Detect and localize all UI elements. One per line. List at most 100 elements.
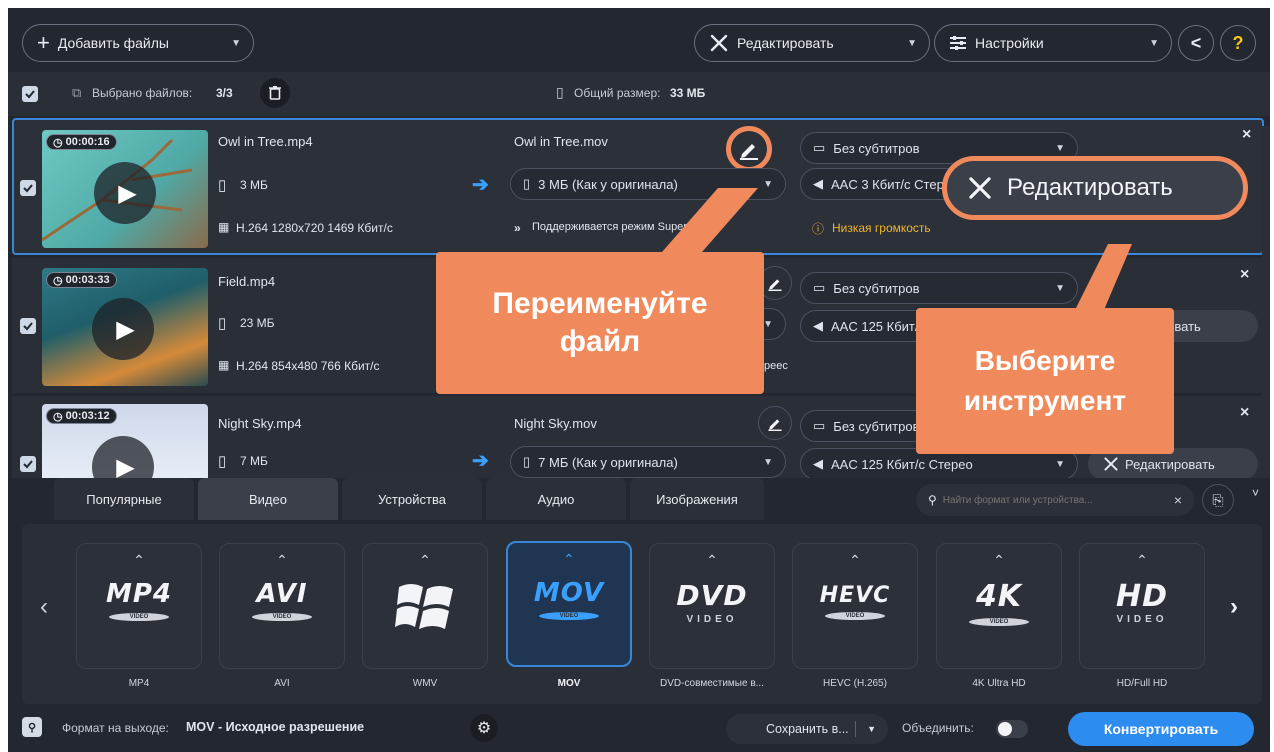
speaker-icon: ◀ xyxy=(813,456,823,471)
arrow-right-icon: ➔ xyxy=(472,450,489,472)
pencil-icon xyxy=(768,279,782,291)
pencil-icon xyxy=(740,144,758,160)
file-checkbox[interactable] xyxy=(20,318,36,334)
save-to-dropdown[interactable]: Сохранить в... ▼ xyxy=(726,714,888,744)
format-label: MP4 xyxy=(128,678,150,689)
check-icon xyxy=(23,322,33,331)
subtitles-dropdown[interactable]: ▭ Без субтитров xyxy=(800,410,930,442)
chevron-up-icon: ⌃ xyxy=(563,551,575,567)
edit-dropdown[interactable]: Редактировать ▼ xyxy=(694,24,930,62)
source-file-name: Field.mp4 xyxy=(218,274,276,289)
video-badge: VIDEO xyxy=(969,618,1029,626)
rename-button[interactable] xyxy=(726,126,772,172)
format-tile-hd[interactable]: ⌃ HD VIDEO xyxy=(1079,543,1205,669)
edit-zoom-button[interactable]: Редактировать xyxy=(942,156,1248,220)
file-icon: ▯ xyxy=(218,315,227,332)
tab-images[interactable]: Изображения xyxy=(630,478,764,520)
bottom-bar: ⚲ Формат на выходе: MOV - Исходное разре… xyxy=(8,706,1270,752)
clock-icon: ◷ xyxy=(53,274,63,287)
delete-button[interactable] xyxy=(260,78,290,108)
subtitles-dropdown[interactable]: ▭ Без субтитров ▼ xyxy=(800,272,1078,304)
chevron-down-icon: ▼ xyxy=(1055,142,1065,154)
format-tile-4k[interactable]: ⌃ 4K VIDEO xyxy=(936,543,1062,669)
chevron-down-icon: ▼ xyxy=(763,318,773,330)
remove-file-icon[interactable]: × xyxy=(1240,266,1249,284)
superspeed-info: peec xyxy=(764,360,788,372)
format-label: 4K Ultra HD xyxy=(972,678,1026,689)
settings-dropdown[interactable]: Настройки ▼ xyxy=(934,24,1172,62)
subtitles-icon: ▭ xyxy=(813,280,826,295)
check-icon xyxy=(25,90,35,99)
merge-label: Объединить: xyxy=(902,721,974,735)
output-size-dropdown[interactable]: ▯ 7 МБ (Как у оригинала) ▼ xyxy=(510,446,786,478)
document-search-icon: ⎘ xyxy=(1212,491,1224,508)
format-search-input[interactable] xyxy=(942,494,1143,506)
video-thumbnail[interactable]: ◷ 00:03:33 ▶ xyxy=(42,268,208,386)
scroll-right-icon[interactable]: › xyxy=(1230,593,1238,621)
output-format-button[interactable]: ⚲ xyxy=(22,717,42,737)
share-icon: < xyxy=(1190,32,1202,53)
format-info-button[interactable]: ⎘ xyxy=(1202,484,1234,516)
video-thumbnail[interactable]: ◷ 00:00:16 ▶ xyxy=(42,130,208,248)
play-button[interactable]: ▶ xyxy=(92,436,154,478)
selection-bar: ⧉ Выбрано файлов: 3/3 ▯ Общий размер: 33… xyxy=(8,72,1270,116)
add-files-button[interactable]: + Добавить файлы ▼ xyxy=(22,24,254,62)
video-badge: VIDEO xyxy=(825,612,885,620)
chevron-up-icon: ⌃ xyxy=(993,552,1005,568)
file-list-scrollbar[interactable] xyxy=(1262,126,1270,486)
help-button[interactable]: ? xyxy=(1220,25,1256,61)
remove-file-icon[interactable]: × xyxy=(1240,404,1249,422)
source-file-size: 7 МБ xyxy=(240,454,268,468)
format-search[interactable]: ⚲ × xyxy=(916,484,1194,516)
tab-video[interactable]: Видео xyxy=(198,478,338,520)
format-tile-hevc[interactable]: ⌃ HEVC VIDEO xyxy=(792,543,918,669)
tab-audio[interactable]: Аудио xyxy=(486,478,626,520)
divider xyxy=(855,721,856,737)
format-tile-wmv[interactable]: ⌃ xyxy=(362,543,488,669)
convert-button[interactable]: Конвертировать xyxy=(1068,712,1254,746)
rename-button[interactable] xyxy=(758,406,792,440)
video-badge: VIDEO xyxy=(252,613,312,621)
codec-icon: ▦ xyxy=(218,220,230,234)
format-tabs: Популярные Видео Устройства Аудио Изобра… xyxy=(54,478,764,520)
format-tile-dvd[interactable]: ⌃ DVD VIDEO xyxy=(649,543,775,669)
format-label: HEVC (H.265) xyxy=(823,678,887,689)
output-settings-button[interactable]: ⚙ xyxy=(470,714,498,742)
play-icon: ▶ xyxy=(116,315,135,343)
play-button[interactable]: ▶ xyxy=(94,162,156,224)
file-icon: ▯ xyxy=(523,176,531,191)
clear-search-icon[interactable]: × xyxy=(1174,492,1182,508)
video-text: VIDEO xyxy=(686,614,738,625)
collapse-panel-icon[interactable]: ˅ xyxy=(1252,486,1259,500)
file-icon: ▯ xyxy=(556,84,564,100)
format-tile-avi[interactable]: ⌃ AVI VIDEO xyxy=(219,543,345,669)
output-file-name[interactable]: Night Sky.mov xyxy=(514,416,597,431)
source-file-name: Owl in Tree.mp4 xyxy=(218,134,313,149)
select-all-checkbox[interactable] xyxy=(22,86,38,102)
merge-toggle[interactable] xyxy=(996,720,1028,738)
scroll-left-icon[interactable]: ‹ xyxy=(40,593,48,621)
format-tile-mp4[interactable]: ⌃ MP4 VIDEO xyxy=(76,543,202,669)
source-file-info: H.264 854x480 766 Кбит/с xyxy=(236,359,380,373)
source-file-size: 3 МБ xyxy=(240,178,268,192)
codec-icon: ▦ xyxy=(218,358,230,372)
chevron-down-icon: ▼ xyxy=(867,724,876,734)
chevron-down-icon: ▼ xyxy=(1149,37,1159,49)
file-checkbox[interactable] xyxy=(20,180,36,196)
format-tile-mov[interactable]: ⌃ MOV VIDEO xyxy=(506,541,632,667)
source-file-info: H.264 1280x720 1469 Кбит/с xyxy=(236,221,393,235)
tab-popular[interactable]: Популярные xyxy=(54,478,194,520)
search-icon: ⚲ xyxy=(27,721,37,734)
play-button[interactable]: ▶ xyxy=(92,298,154,360)
file-checkbox[interactable] xyxy=(20,456,36,472)
remove-file-icon[interactable]: × xyxy=(1242,126,1251,144)
video-thumbnail[interactable]: ◷ 00:03:12 ▶ xyxy=(42,404,208,478)
share-button[interactable]: < xyxy=(1178,25,1214,61)
file-icon: ▯ xyxy=(523,454,531,469)
tab-devices[interactable]: Устройства xyxy=(342,478,482,520)
windows-logo-icon xyxy=(395,584,453,629)
chevron-down-icon: ▼ xyxy=(907,37,917,49)
output-file-name[interactable]: Owl in Tree.mov xyxy=(514,134,608,149)
settings-dropdown-label: Настройки xyxy=(975,35,1044,51)
format-label: HD/Full HD xyxy=(1116,678,1168,689)
